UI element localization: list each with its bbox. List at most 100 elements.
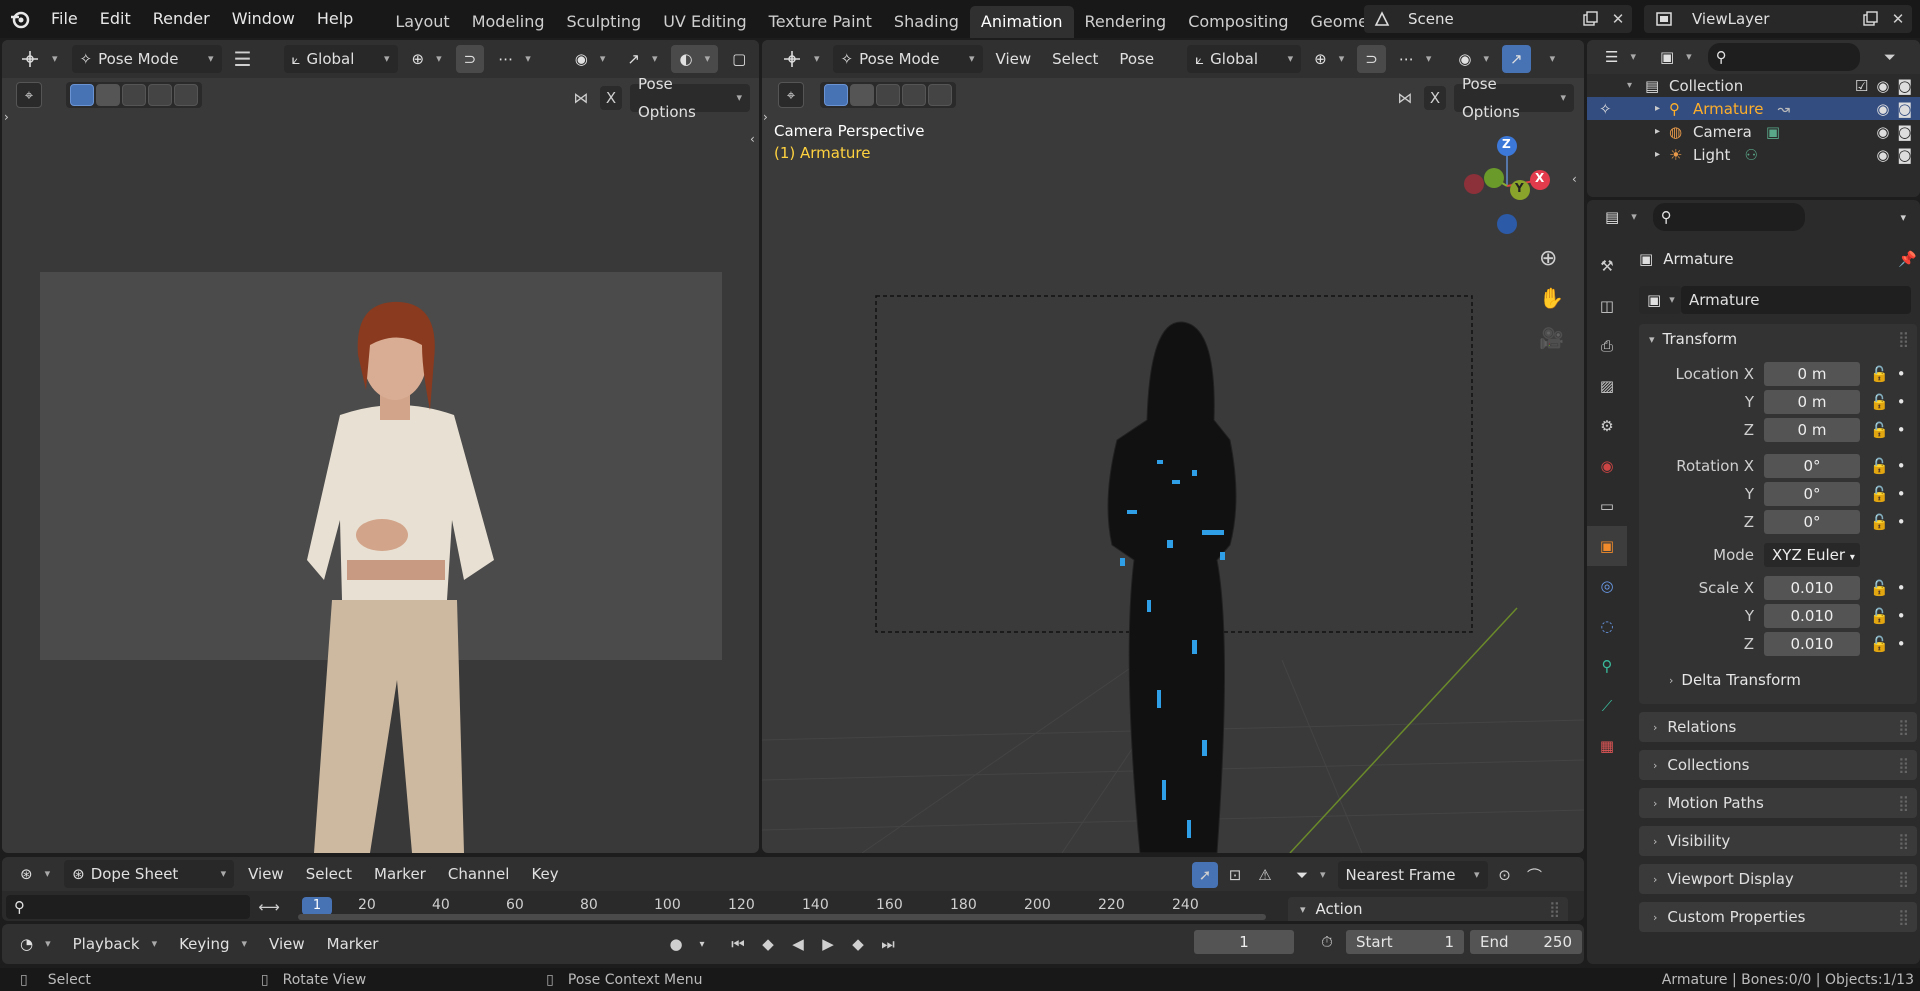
world-tab-icon[interactable]: ◉: [1587, 446, 1627, 486]
scale-z-field[interactable]: 0.010: [1764, 632, 1860, 656]
drag-handle-icon[interactable]: ⣿: [1898, 832, 1909, 850]
tool-tab-icon[interactable]: ⚒: [1587, 246, 1627, 286]
snap-mode-dropdown[interactable]: Nearest Frame ▾: [1337, 861, 1488, 889]
location-x-field[interactable]: 0 m: [1764, 362, 1860, 386]
menu-select[interactable]: Select: [298, 860, 360, 888]
current-frame-marker[interactable]: 1: [302, 897, 332, 915]
visibility-eye-icon[interactable]: ◉: [1876, 77, 1889, 95]
visibility-eye-icon[interactable]: ◉: [1876, 146, 1889, 164]
view-layer-icon[interactable]: [1644, 5, 1684, 33]
keyframe-dot-icon[interactable]: •: [1897, 393, 1906, 411]
expand-arrow-icon[interactable]: ▸: [1655, 149, 1669, 160]
region-toggle-left-icon[interactable]: ‹: [750, 132, 755, 146]
new-scene-icon[interactable]: [1576, 5, 1604, 33]
properties-editor-type[interactable]: ▤ ▾: [1597, 203, 1645, 231]
render-camera-icon[interactable]: ◙: [1897, 77, 1912, 95]
menu-keying[interactable]: Keying ▾: [171, 930, 255, 958]
location-y-field[interactable]: 0 m: [1764, 390, 1860, 414]
dope-sheet-mode-dropdown[interactable]: ⊛ Dope Sheet ▾: [64, 860, 235, 888]
drag-handle-icon[interactable]: ⣿: [1898, 870, 1909, 888]
output-tab-icon[interactable]: ⎙: [1587, 326, 1627, 366]
keyframe-dot-icon[interactable]: •: [1897, 457, 1906, 475]
lock-icon[interactable]: 🔓: [1870, 457, 1889, 475]
lock-icon[interactable]: 🔓: [1870, 513, 1889, 531]
keyframe-dot-icon[interactable]: •: [1897, 635, 1906, 653]
object-name-field[interactable]: Armature: [1681, 286, 1911, 314]
menu-view[interactable]: View: [261, 930, 313, 958]
rotation-x-field[interactable]: 0°: [1764, 454, 1860, 478]
transform-panel-header[interactable]: ▾ Transform ⣿: [1639, 324, 1917, 354]
menu-view[interactable]: View: [240, 860, 292, 888]
panel-motion-paths[interactable]: › Motion Paths ⣿: [1639, 788, 1917, 818]
menu-window[interactable]: Window: [221, 0, 306, 38]
left-viewport[interactable]: ▾ ✧ Pose Mode ▾ ☰ ⟀ Global ▾ ⊕ ▾ ⊃ ⋯ ▾ ◉ ▾ …: [2, 40, 759, 853]
expand-arrow-icon[interactable]: ▸: [1655, 126, 1669, 137]
delete-scene-icon[interactable]: ✕: [1604, 5, 1632, 33]
tab-animation[interactable]: Animation: [969, 6, 1074, 38]
filter-dropdown[interactable]: ⏷ ▾: [1288, 861, 1334, 889]
outliner-search[interactable]: ⚲: [1707, 43, 1860, 71]
record-icon[interactable]: ●: [662, 930, 690, 958]
keyframe-dot-icon[interactable]: •: [1897, 607, 1906, 625]
panel-visibility[interactable]: › Visibility ⣿: [1639, 826, 1917, 856]
timeline-editor-type[interactable]: ◔ ▾: [12, 930, 59, 958]
menu-render[interactable]: Render: [142, 0, 221, 38]
lock-icon[interactable]: 🔓: [1870, 421, 1889, 439]
timeline-scrollbar[interactable]: [298, 914, 1266, 920]
exclude-checkbox-icon[interactable]: ☑: [1855, 77, 1868, 95]
jump-start-icon[interactable]: ⏮: [724, 930, 752, 958]
scale-y-field[interactable]: 0.010: [1764, 604, 1860, 628]
play-reverse-icon[interactable]: ◀: [784, 930, 812, 958]
only-selected-icon[interactable]: ➚: [1192, 862, 1218, 888]
panel-relations[interactable]: › Relations ⣿: [1639, 712, 1917, 742]
outliner-item-camera[interactable]: ▸ ◍ Camera ▣ ◉ ◙: [1587, 120, 1920, 143]
tab-sculpting[interactable]: Sculpting: [555, 6, 652, 38]
drag-handle-icon[interactable]: ⣿: [1898, 718, 1909, 736]
texture-tab-icon[interactable]: ▦: [1587, 726, 1627, 766]
menu-key[interactable]: Key: [523, 860, 566, 888]
keyframe-dot-icon[interactable]: •: [1897, 421, 1906, 439]
tab-compositing[interactable]: Compositing: [1177, 6, 1299, 38]
collapse-arrow-icon[interactable]: ▾: [1627, 80, 1645, 91]
menu-file[interactable]: File: [40, 0, 89, 38]
keyframe-dot-icon[interactable]: •: [1897, 365, 1906, 383]
datablock-browse-button[interactable]: ▣ ▾: [1639, 286, 1681, 314]
lock-icon[interactable]: 🔓: [1870, 365, 1889, 383]
rotation-mode-dropdown[interactable]: XYZ Euler ▾: [1764, 543, 1860, 567]
scale-x-field[interactable]: 0.010: [1764, 576, 1860, 600]
lock-icon[interactable]: 🔓: [1870, 635, 1889, 653]
lock-icon[interactable]: 🔓: [1870, 607, 1889, 625]
navigation-gizmo[interactable]: Z X Y: [1462, 128, 1552, 238]
drag-handle-icon[interactable]: ⣿: [1549, 900, 1560, 918]
keyframe-dot-icon[interactable]: •: [1897, 579, 1906, 597]
rotation-z-field[interactable]: 0°: [1764, 510, 1860, 534]
menu-edit[interactable]: Edit: [89, 0, 142, 38]
view-layer-tab-icon[interactable]: ▨: [1587, 366, 1627, 406]
zoom-icon[interactable]: ⊕: [1539, 246, 1557, 271]
right-viewport[interactable]: ▾ ✧ Pose Mode ▾ View Select Pose ⟀ Globa…: [762, 40, 1584, 853]
current-frame-field[interactable]: 1: [1194, 930, 1294, 954]
expand-arrow-icon[interactable]: ▸: [1655, 103, 1669, 114]
drag-handle-icon[interactable]: ⣿: [1898, 330, 1909, 348]
render-camera-icon[interactable]: ◙: [1897, 146, 1912, 164]
menu-help[interactable]: Help: [306, 0, 364, 38]
render-camera-icon[interactable]: ◙: [1897, 100, 1912, 118]
stopwatch-icon[interactable]: ⏱: [1314, 933, 1340, 951]
keyframe-dot-icon[interactable]: •: [1897, 485, 1906, 503]
lock-icon[interactable]: 🔓: [1870, 579, 1889, 597]
visibility-eye-icon[interactable]: ◉: [1876, 100, 1889, 118]
outliner-item-armature[interactable]: ✧ ▸ ⚲ Armature ↝ ◉ ◙: [1587, 97, 1920, 120]
action-panel-header[interactable]: ▾ Action ⣿: [1288, 897, 1568, 921]
scene-tab-icon[interactable]: ⚙: [1587, 406, 1627, 446]
rotation-y-field[interactable]: 0°: [1764, 482, 1860, 506]
panel-custom-properties[interactable]: › Custom Properties ⣿: [1639, 902, 1917, 932]
menu-playback[interactable]: Playback ▾: [65, 930, 165, 958]
outliner-item-light[interactable]: ▸ ☀ Light ⚇ ◉ ◙: [1587, 143, 1920, 166]
visibility-eye-icon[interactable]: ◉: [1876, 123, 1889, 141]
drag-handle-icon[interactable]: ⣿: [1898, 794, 1909, 812]
scene-icon[interactable]: [1364, 5, 1400, 33]
play-icon[interactable]: ▶: [814, 930, 842, 958]
camera-view-icon[interactable]: 🎥: [1539, 326, 1564, 350]
modifier-tab-icon[interactable]: ◎: [1587, 566, 1627, 606]
tab-rendering[interactable]: Rendering: [1074, 6, 1178, 38]
